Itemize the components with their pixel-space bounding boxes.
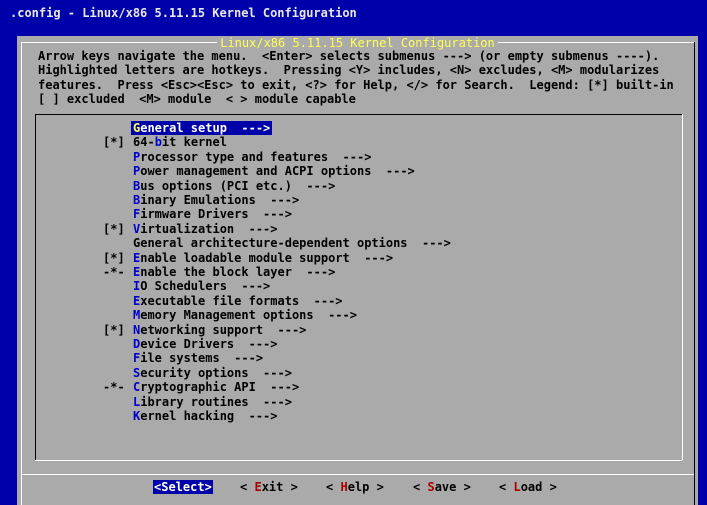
menu-item-label: Power management and ACPI options ---> — [133, 164, 415, 179]
menu-item-label: Enable loadable module support ---> — [133, 250, 394, 265]
hotkey-letter: L — [133, 394, 141, 409]
hotkey-letter: M — [133, 308, 141, 323]
menu-item-state: [*] — [103, 250, 125, 265]
menu-item-label: Bus options (PCI etc.) ---> — [133, 178, 336, 193]
hotkey-letter: L — [513, 480, 521, 494]
menu-item-state: [*] — [103, 322, 125, 337]
hotkey-letter: V — [133, 221, 141, 236]
select-button[interactable]: <Select> — [153, 480, 213, 494]
help-line: [ ] excluded <M> module < > module capab… — [38, 91, 356, 106]
menu-item-state: -*- — [103, 380, 125, 395]
dialog-title-wrap: Linux/x86 5.11.15 Kernel Configuration — [17, 36, 698, 50]
hotkey-letter: D — [133, 337, 141, 351]
dialog-button-separator — [21, 474, 694, 475]
menu-item-label: Executable file formats ---> — [133, 293, 343, 308]
hotkey-letter: F — [133, 207, 141, 222]
hotkey-letter: E — [254, 480, 262, 494]
hotkey-letter: S — [133, 365, 141, 380]
hotkey-letter: E — [133, 250, 141, 265]
help-button[interactable]: < Help > — [325, 480, 385, 494]
load-button[interactable]: < Load > — [498, 480, 558, 494]
hotkey-letter: E — [133, 293, 141, 308]
menu-item-label: Enable the block layer ---> — [133, 265, 336, 279]
hotkey-letter: F — [133, 351, 141, 366]
menu-item-label: Firmware Drivers ---> — [133, 207, 292, 222]
menu-item-label: General setup ---> — [131, 121, 273, 135]
menuconfig-screen: { "window_title": ".config - Linux/x86 5… — [0, 0, 707, 505]
menu-item-label: Binary Emulations ---> — [133, 193, 300, 207]
menu-item-label: Library routines ---> — [133, 394, 292, 409]
hotkey-letter: S — [427, 480, 435, 494]
menu-item-label: Cryptographic API ---> — [133, 380, 300, 395]
hotkey-letter: C — [133, 380, 141, 395]
hotkey-letter: B — [133, 178, 141, 193]
menu-box: General setup ---> [*] 64-bit kernel Proces… — [35, 114, 683, 461]
help-line: Highlighted letters are hotkeys. Pressin… — [38, 63, 660, 78]
hotkey-letter: I — [133, 279, 141, 294]
menu-item-state: [*] — [103, 221, 125, 236]
menu-box-border-bottom — [35, 460, 682, 461]
hotkey-letter: H — [340, 480, 348, 494]
hotkey-letter: E — [133, 265, 141, 279]
hotkey-letter: P — [133, 164, 141, 179]
hotkey-letter: N — [133, 322, 141, 337]
menu-item-label: Memory Management options ---> — [133, 308, 357, 323]
hotkey-letter: G — [133, 121, 141, 135]
dialog-frame-right — [694, 42, 695, 505]
menu-item-label: File systems ---> — [133, 351, 264, 366]
menu-item-label: Processor type and features ---> — [133, 149, 372, 164]
menu-box-border-top — [35, 114, 682, 115]
hotkey-letter: K — [133, 409, 141, 423]
hotkey-letter: B — [133, 193, 141, 207]
help-line: Arrow keys navigate the menu. <Enter> se… — [38, 49, 660, 63]
help-text: Arrow keys navigate the menu. <Enter> se… — [38, 49, 674, 106]
menuconfig-dialog: Linux/x86 5.11.15 Kernel Configuration A… — [17, 36, 698, 505]
save-button[interactable]: < Save > — [412, 480, 472, 494]
help-line: features. Press <Esc><Esc> to exit, <?> … — [38, 77, 674, 92]
hotkey-letter: b — [154, 135, 162, 150]
menu-item-label: Device Drivers ---> — [133, 337, 278, 351]
menu-item-state: -*- — [103, 265, 125, 279]
window-title: .config - Linux/x86 5.11.15 Kernel Confi… — [10, 6, 357, 20]
exit-button[interactable]: < Exit > — [239, 480, 299, 494]
dialog-frame-left — [21, 42, 22, 505]
menu-item-label: General architecture-dependent options -… — [133, 236, 451, 251]
button-row: <Select> < Exit > < Help > < Save > < Load > — [17, 480, 698, 498]
menu-box-border-right — [682, 114, 683, 460]
menu-item-label: 64-bit kernel — [133, 135, 227, 150]
menu-item-label: Networking support ---> — [133, 322, 307, 337]
menu-box-border-left — [35, 114, 36, 460]
window-title-bar: .config - Linux/x86 5.11.15 Kernel Confi… — [0, 0, 707, 26]
menu-item-label: Kernel hacking ---> — [133, 409, 278, 423]
hotkey-letter: P — [133, 149, 141, 164]
menu-item-state: [*] — [103, 135, 125, 150]
dialog-title: Linux/x86 5.11.15 Kernel Configuration — [217, 36, 498, 50]
menu-item-label: Virtualization ---> — [133, 221, 278, 236]
menu-item-label: IO Schedulers ---> — [133, 279, 271, 294]
menu-item-label: Security options ---> — [133, 365, 292, 380]
